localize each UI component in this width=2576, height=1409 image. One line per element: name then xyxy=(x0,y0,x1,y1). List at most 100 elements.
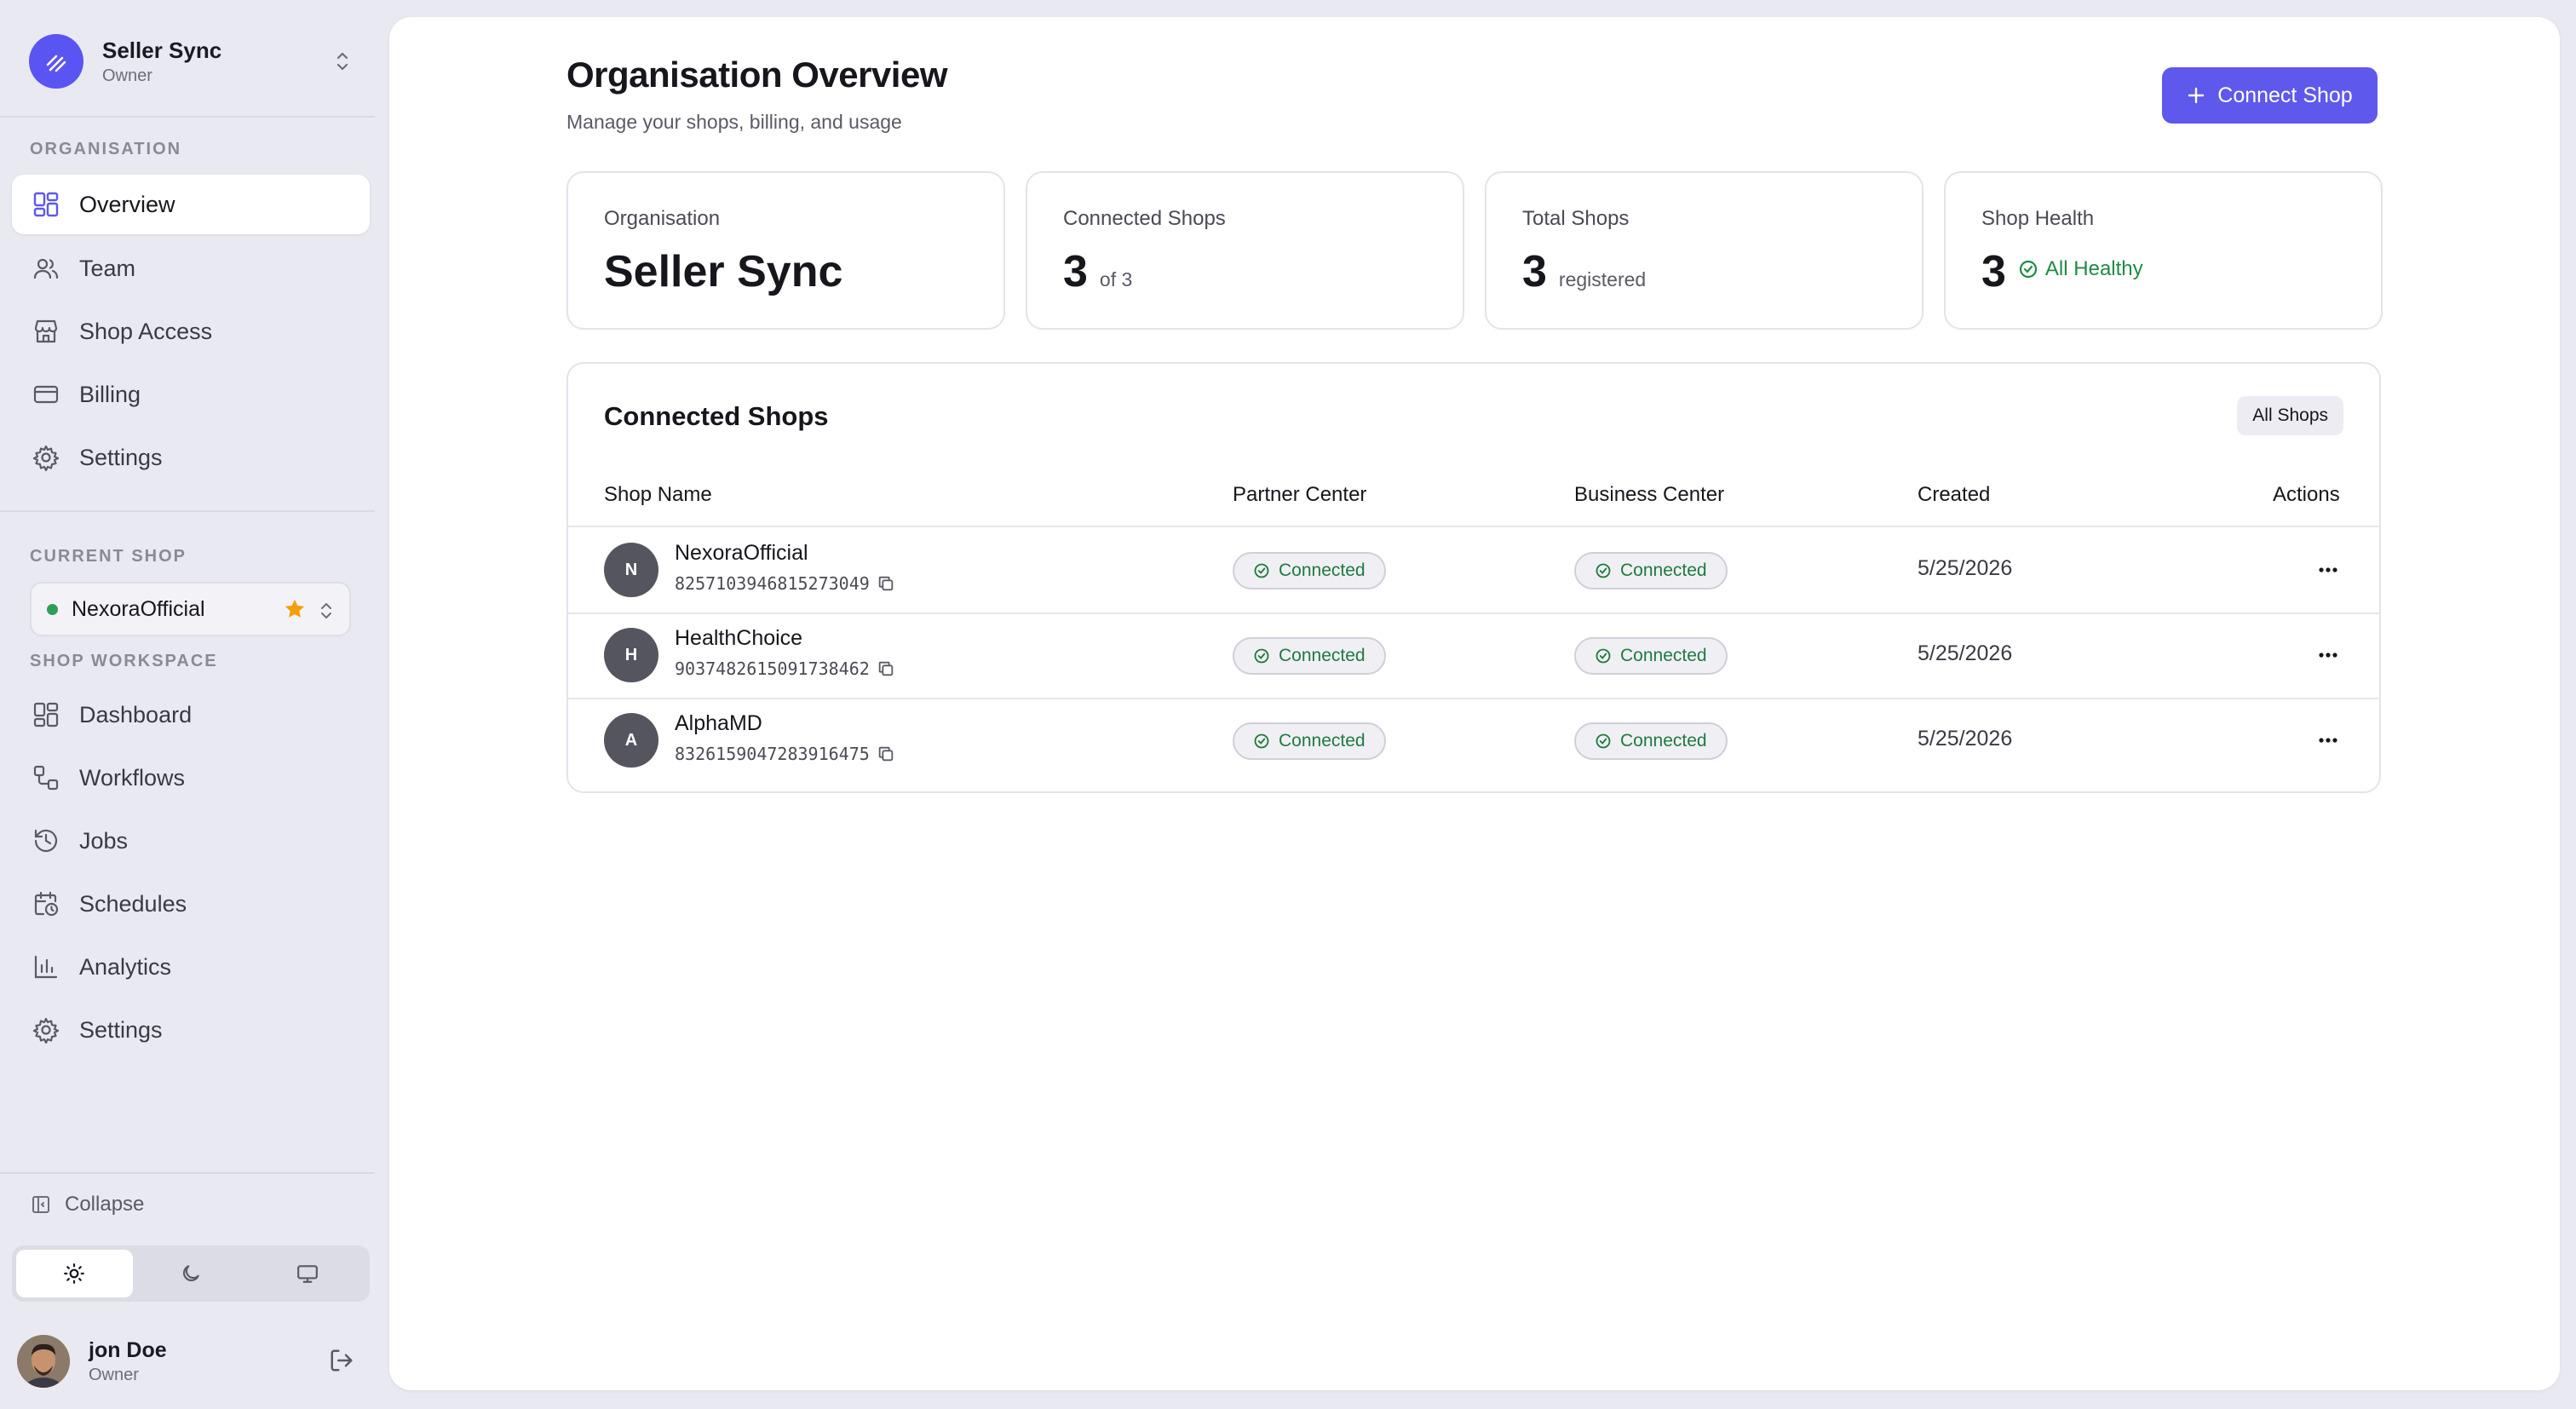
page-subtitle: Manage your shops, billing, and usage xyxy=(566,111,902,133)
more-horizontal-icon[interactable] xyxy=(2313,728,2343,752)
theme-light-button[interactable] xyxy=(16,1250,133,1297)
table-row[interactable]: H HealthChoice 9037482615091738462 Conne… xyxy=(568,612,2379,698)
sidebar-item-schedules[interactable]: Schedules xyxy=(12,874,370,934)
more-horizontal-icon[interactable] xyxy=(2313,643,2343,667)
table-row[interactable]: A AlphaMD 8326159047283916475 Connected … xyxy=(568,698,2379,783)
org-name: Seller Sync xyxy=(102,37,222,63)
divider xyxy=(0,1172,375,1174)
user-profile: jon Doe Owner xyxy=(17,1332,358,1390)
stat-sub: registered xyxy=(1558,268,1647,290)
shop-name: AlphaMD xyxy=(675,711,762,735)
created-date: 5/25/2026 xyxy=(1918,727,2013,751)
workflow-icon xyxy=(31,762,61,793)
sidebar-item-label: Team xyxy=(79,255,136,281)
status-badge: Connected xyxy=(1233,552,1386,589)
connect-shop-button[interactable]: Connect Shop xyxy=(2162,67,2378,124)
sidebar-item-label: Jobs xyxy=(79,827,129,854)
panel-left-icon xyxy=(31,1194,51,1215)
org-role: Owner xyxy=(102,66,152,85)
divider xyxy=(0,510,375,512)
section-label-current-shop: CURRENT SHOP xyxy=(30,547,187,566)
sidebar-item-shop-settings[interactable]: Settings xyxy=(12,1000,370,1060)
check-circle-icon xyxy=(2019,260,2038,279)
check-circle-icon xyxy=(1254,563,1269,578)
shop-avatar: A xyxy=(604,713,658,768)
sidebar-item-shop-access[interactable]: Shop Access xyxy=(12,302,370,361)
stat-card-organisation: Organisation Seller Sync xyxy=(566,171,1005,330)
more-horizontal-icon[interactable] xyxy=(2313,558,2343,582)
current-shop-select[interactable]: NexoraOfficial xyxy=(30,582,351,636)
sidebar-item-overview[interactable]: Overview xyxy=(12,175,370,234)
collapse-button[interactable]: Collapse xyxy=(31,1193,144,1216)
star-icon[interactable] xyxy=(283,597,307,621)
connected-shops-table: Connected Shops All Shops Shop Name Part… xyxy=(566,362,2381,793)
sidebar-item-label: Analytics xyxy=(79,953,172,980)
shop-avatar: N xyxy=(604,543,658,597)
status-badge: Connected xyxy=(1574,552,1728,589)
logout-icon[interactable] xyxy=(329,1348,354,1373)
status-badge-label: Connected xyxy=(1279,646,1366,665)
chevrons-up-down-icon xyxy=(319,601,334,621)
check-circle-icon xyxy=(1596,648,1611,664)
stat-sub: of 3 xyxy=(1099,268,1133,290)
column-header-partner-center: Partner Center xyxy=(1233,483,1367,506)
divider xyxy=(0,116,375,118)
all-shops-button[interactable]: All Shops xyxy=(2237,396,2343,435)
theme-system-button[interactable] xyxy=(249,1250,365,1297)
sidebar-item-jobs[interactable]: Jobs xyxy=(12,811,370,871)
shop-avatar: H xyxy=(604,628,658,682)
gear-icon xyxy=(31,442,61,473)
sidebar-item-label: Billing xyxy=(79,381,141,407)
status-badge-label: Connected xyxy=(1279,561,1366,580)
sun-icon xyxy=(64,1263,85,1284)
stat-label: Total Shops xyxy=(1522,207,1630,230)
check-circle-icon xyxy=(1254,733,1269,749)
copy-icon[interactable] xyxy=(877,659,895,678)
sidebar-item-label: Settings xyxy=(79,444,163,470)
shop-id-value: 8257103946815273049 xyxy=(675,573,870,594)
shop-name: NexoraOfficial xyxy=(675,541,808,565)
sidebar-item-settings[interactable]: Settings xyxy=(12,428,370,487)
sidebar-item-team[interactable]: Team xyxy=(12,239,370,298)
theme-dark-button[interactable] xyxy=(133,1250,250,1297)
sidebar-item-label: Dashboard xyxy=(79,701,193,728)
chevrons-up-down-icon xyxy=(332,49,353,73)
logo-slashes-icon xyxy=(46,55,66,72)
shop-id-value: 8326159047283916475 xyxy=(675,744,870,764)
history-icon xyxy=(31,825,61,856)
status-dot xyxy=(47,603,58,615)
copy-icon[interactable] xyxy=(877,574,895,593)
created-date: 5/25/2026 xyxy=(1918,556,2013,580)
sidebar-item-analytics[interactable]: Analytics xyxy=(12,937,370,997)
sidebar: Seller Sync Owner ORGANISATION Overview … xyxy=(0,0,388,1409)
org-logo xyxy=(29,34,83,89)
shop-id: 8326159047283916475 xyxy=(675,744,895,764)
page-title: Organisation Overview xyxy=(566,55,948,95)
credit-card-icon xyxy=(31,379,61,410)
org-switcher[interactable]: Seller Sync Owner xyxy=(29,32,353,90)
avatar[interactable] xyxy=(17,1335,70,1388)
status-badge-label: Connected xyxy=(1279,731,1366,751)
stat-value: 3 xyxy=(1063,247,1088,296)
table-title: Connected Shops xyxy=(604,401,829,431)
sidebar-item-label: Shop Access xyxy=(79,318,213,344)
connect-shop-label: Connect Shop xyxy=(2217,83,2353,107)
stat-card-shop-health: Shop Health 3 All Healthy xyxy=(1944,171,2383,330)
stat-value: Seller Sync xyxy=(604,247,843,296)
stat-label: Organisation xyxy=(604,207,721,230)
main-panel: Organisation Overview Manage your shops,… xyxy=(389,17,2560,1390)
sidebar-item-dashboard[interactable]: Dashboard xyxy=(12,685,370,745)
bar-chart-icon xyxy=(31,952,61,982)
status-badge-label: Connected xyxy=(1620,731,1707,751)
user-role: Owner xyxy=(89,1366,139,1384)
users-icon xyxy=(31,253,61,284)
section-label-organisation: ORGANISATION xyxy=(30,140,182,158)
section-label-shop-workspace: SHOP WORKSPACE xyxy=(30,652,218,670)
stat-card-connected-shops: Connected Shops 3 of 3 xyxy=(1026,171,1464,330)
table-row[interactable]: N NexoraOfficial 8257103946815273049 Con… xyxy=(568,527,2379,612)
sidebar-item-label: Settings xyxy=(79,1016,163,1043)
column-header-created: Created xyxy=(1918,483,1991,506)
sidebar-item-billing[interactable]: Billing xyxy=(12,365,370,424)
sidebar-item-workflows[interactable]: Workflows xyxy=(12,748,370,808)
copy-icon[interactable] xyxy=(877,745,895,763)
